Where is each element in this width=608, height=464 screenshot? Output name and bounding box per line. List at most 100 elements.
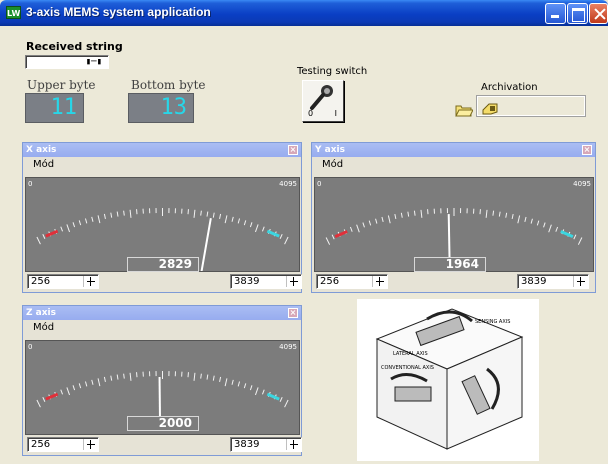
gauge-tick	[73, 385, 75, 390]
gauge-tick	[408, 212, 409, 217]
spin-arrows-icon[interactable]	[83, 276, 97, 287]
gauge-tick	[61, 390, 63, 395]
gauge-tick	[232, 380, 233, 385]
gauge-tick	[194, 373, 195, 381]
spin-arrows-icon[interactable]	[372, 276, 386, 287]
gauge-tick	[262, 390, 264, 395]
x-axis-readout: 2829	[127, 257, 199, 272]
window-title: 3-axis MEMS system application	[26, 5, 211, 19]
y-axis-high-stepper[interactable]: 3839	[517, 274, 589, 289]
gauge-tick	[37, 400, 41, 407]
y-axis-panel-header[interactable]: Y axis ×	[312, 143, 595, 157]
spin-arrows-icon[interactable]	[286, 276, 300, 287]
gauge-tick	[111, 213, 112, 218]
received-string-field: ▮─▮	[25, 55, 109, 69]
gauge-tick	[111, 376, 112, 381]
gauge-tick	[61, 227, 63, 232]
gauge-tick	[238, 219, 239, 224]
z-axis-panel: Z axis × Mód 04095 2000 256 3839	[22, 305, 302, 456]
gauge-tick	[130, 210, 131, 218]
gauge-tick	[43, 234, 45, 239]
z-axis-low-value: 256	[31, 439, 50, 450]
scale-max-label: 4095	[573, 180, 591, 188]
gauge-tick	[537, 221, 538, 226]
x-axis-high-stepper[interactable]: 3839	[230, 274, 302, 289]
gauge-tick	[79, 220, 80, 225]
y-axis-close-icon[interactable]: ×	[582, 145, 592, 155]
gauge-tick	[207, 212, 208, 217]
folder-icon[interactable]	[455, 104, 473, 117]
gauge-tick	[213, 376, 214, 381]
minimize-icon	[546, 4, 565, 23]
gauge-tick	[486, 210, 487, 218]
archivation-label: Archivation	[481, 82, 538, 93]
z-axis-high-value: 3839	[234, 439, 259, 450]
cube-label: SENSING AXIS	[475, 319, 510, 325]
scale-min-label: 0	[28, 343, 32, 351]
save-icon[interactable]	[481, 102, 499, 116]
z-axis-low-stepper[interactable]: 256	[27, 437, 99, 452]
testing-switch-button[interactable]: 0 I	[302, 80, 344, 122]
x-axis-low-stepper[interactable]: 256	[27, 274, 99, 289]
close-button[interactable]	[589, 3, 608, 24]
upper-byte-display: 11	[25, 93, 84, 123]
gauge-tick	[578, 238, 582, 245]
title-bar[interactable]: LW 3-axis MEMS system application	[0, 0, 608, 26]
cube-label: CONVENTIONAL AXIS	[381, 365, 434, 371]
received-string-label: Received string	[26, 40, 123, 53]
gauge-tick	[285, 237, 289, 244]
gauge-tick	[382, 217, 383, 222]
gauge-tick	[220, 377, 221, 382]
y-axis-readout: 1964	[414, 257, 486, 272]
z-axis-panel-header[interactable]: Z axis ×	[23, 306, 301, 320]
scale-min-label: 0	[28, 180, 32, 188]
gauge-tick	[250, 385, 252, 390]
x-axis-close-icon[interactable]: ×	[288, 145, 298, 155]
gauge-tick	[363, 223, 365, 228]
z-axis-mode-menu[interactable]: Mód	[23, 320, 301, 336]
maximize-button[interactable]	[567, 3, 588, 24]
gauge-tick	[43, 397, 45, 402]
low-limit-zone	[46, 394, 58, 399]
z-axis-high-stepper[interactable]: 3839	[230, 437, 302, 452]
gauge-tick	[401, 213, 402, 218]
gauge-tick	[376, 219, 377, 224]
minimize-button[interactable]	[545, 3, 566, 24]
scale-min-label: 0	[317, 180, 321, 188]
gauge-tick	[244, 383, 245, 388]
spin-arrows-icon[interactable]	[573, 276, 587, 287]
bottom-byte-label: Bottom byte	[131, 78, 206, 92]
gauge-tick	[506, 213, 507, 218]
y-axis-title: Y axis	[315, 145, 345, 155]
gauge-tick	[556, 227, 558, 232]
gauge-tick	[194, 210, 195, 218]
z-axis-close-icon[interactable]: ×	[288, 308, 298, 318]
high-limit-zone	[561, 231, 573, 236]
x-axis-high-value: 3839	[234, 276, 259, 287]
gauge-needle	[202, 218, 211, 271]
z-axis-title: Z axis	[26, 308, 56, 318]
received-string-value: ▮─▮	[86, 57, 102, 67]
x-axis-panel-header[interactable]: X axis ×	[23, 143, 301, 157]
high-limit-zone	[267, 394, 279, 399]
y-axis-low-stepper[interactable]: 256	[316, 274, 388, 289]
mems-cube-drawing: SENSING AXIS LATERAL AXIS CONVENTIONAL A…	[357, 299, 539, 461]
low-limit-zone	[46, 231, 58, 236]
spin-arrows-icon[interactable]	[286, 439, 300, 450]
gauge-tick	[285, 400, 289, 407]
gauge-tick	[92, 217, 93, 222]
x-axis-mode-menu[interactable]: Mód	[23, 157, 301, 173]
gauge-tick	[98, 215, 100, 223]
spin-arrows-icon[interactable]	[83, 439, 97, 450]
x-axis-title: X axis	[26, 145, 56, 155]
y-axis-mode-menu[interactable]: Mód	[312, 157, 595, 173]
gauge-tick	[421, 210, 422, 218]
gauge-tick	[525, 217, 526, 222]
gauge-tick	[117, 212, 118, 217]
gauge-tick	[395, 214, 396, 219]
x-axis-panel: X axis × Mód 04095 2829 256 3839	[22, 142, 302, 293]
gauge-tick	[124, 374, 125, 379]
gauge-tick	[98, 378, 100, 386]
gauge-tick	[238, 382, 239, 387]
gauge-tick	[67, 224, 70, 232]
